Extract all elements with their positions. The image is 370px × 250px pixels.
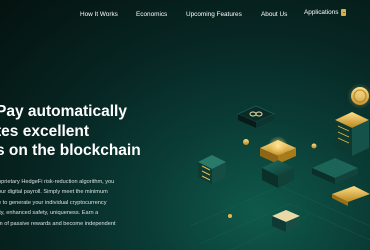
paragraph-line: oprietary HedgeFi risk-reduction algorit…	[0, 179, 115, 185]
nav-upcoming-features[interactable]: Upcoming Features	[186, 11, 242, 18]
coin-small	[228, 214, 232, 218]
paragraph-line: our digital payroll. Simply meet the min…	[0, 189, 108, 196]
paragraph-line: m of passive rewards and become independ…	[0, 220, 116, 227]
server-block-left	[198, 155, 226, 184]
link-tile	[237, 105, 275, 128]
gold-stack-center	[260, 136, 296, 188]
nav-about-us[interactable]: About Us	[261, 11, 287, 18]
nav-economics[interactable]: Economics	[136, 11, 167, 18]
coin-small	[311, 143, 317, 149]
paragraph-line: e to generate your individual cryptocurr…	[0, 199, 107, 206]
headline-line-1: Pay automatically	[0, 103, 127, 120]
gold-card-bottom-right	[332, 186, 370, 206]
nav-how-it-works[interactable]: How It Works	[80, 11, 118, 18]
tower-right	[335, 112, 369, 156]
block-bottom-center	[272, 210, 300, 232]
coin-top-right	[347, 83, 370, 109]
platform-right	[312, 158, 358, 184]
headline-line-2: tes excellent	[0, 122, 90, 140]
top-nav: How It Works Economics Upcoming Features…	[0, 0, 370, 32]
headline-line-3: s on the blockchain	[0, 142, 141, 159]
chevron-down-icon	[341, 9, 347, 16]
nav-applications-dropdown[interactable]: Applications	[304, 9, 347, 16]
hero-paragraph: oprietary HedgeFi risk-reduction algorit…	[0, 177, 148, 229]
paragraph-line: ity, enhanced safety, uniqueness. Earn a	[0, 210, 99, 217]
hero-headline: Pay automatically tes excellent s on the…	[0, 102, 141, 161]
coin-small	[243, 139, 249, 145]
blockchain-illustration	[190, 83, 370, 250]
nav-applications-label: Applications	[304, 9, 339, 16]
